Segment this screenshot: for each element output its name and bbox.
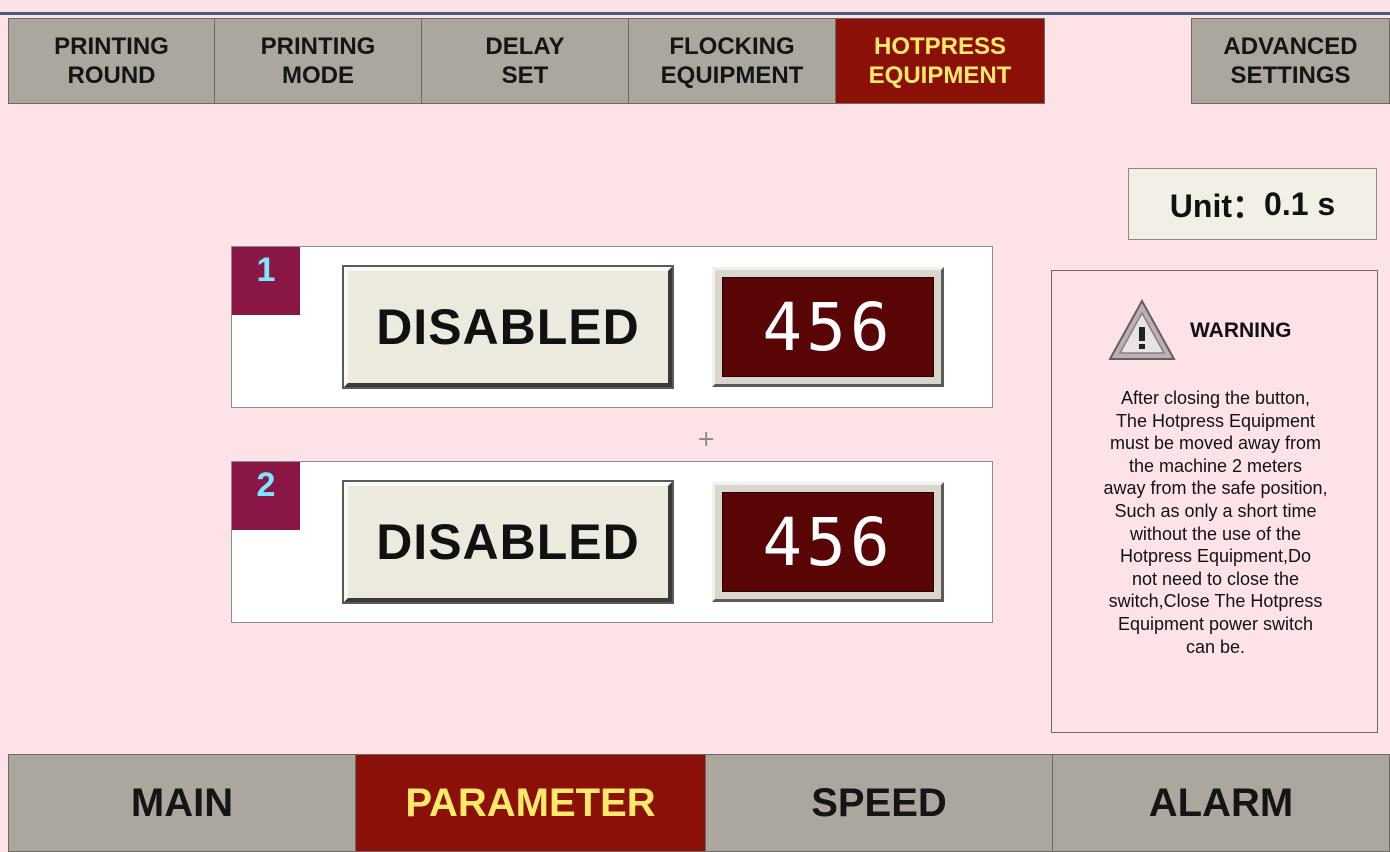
unit-value: 0.1 s bbox=[1264, 185, 1336, 222]
tab-label-line1: FLOCKING bbox=[669, 33, 795, 60]
tab-printing-mode[interactable]: PRINTING MODE bbox=[214, 18, 422, 104]
tab-label-line2: ROUND bbox=[67, 62, 156, 89]
row-number-badge: 1 bbox=[232, 247, 300, 315]
tab-advanced-settings[interactable]: ADVANCED SETTINGS bbox=[1191, 18, 1390, 104]
hotpress-2-toggle-button[interactable]: DISABLED bbox=[344, 482, 672, 602]
tab-label-line2: EQUIPMENT bbox=[660, 62, 804, 89]
nav-parameter-button[interactable]: PARAMETER bbox=[355, 754, 706, 852]
tab-hotpress-equipment[interactable]: HOTPRESS EQUIPMENT bbox=[835, 18, 1045, 104]
warning-message: After closing the button, The Hotpress E… bbox=[1064, 387, 1367, 658]
top-tab-bar: PRINTING ROUND PRINTING MODE DELAY SET FLOC… bbox=[0, 18, 1390, 106]
bottom-nav-bar: MAIN PARAMETER SPEED ALARM bbox=[0, 754, 1390, 852]
warning-triangle-icon bbox=[1108, 298, 1176, 360]
hotpress-row-2: 2 DISABLED 456 bbox=[231, 461, 993, 623]
warning-line: without the use of the bbox=[1129, 523, 1302, 544]
tab-label-line1: PRINTING bbox=[260, 33, 376, 60]
hotpress-1-value-frame[interactable]: 456 bbox=[712, 267, 944, 387]
hotpress-2-value-frame[interactable]: 456 bbox=[712, 482, 944, 602]
tab-label-line2: EQUIPMENT bbox=[868, 62, 1012, 89]
crosshair-cursor: + bbox=[697, 427, 716, 452]
tab-label-line2: SETTINGS bbox=[1230, 62, 1351, 89]
warning-line: switch,Close The Hotpress bbox=[1108, 591, 1323, 612]
warning-line: Equipment power switch bbox=[1117, 613, 1314, 634]
warning-line: must be moved away from bbox=[1109, 433, 1322, 454]
nav-main-button[interactable]: MAIN bbox=[8, 754, 356, 852]
hotpress-2-value-display[interactable]: 456 bbox=[722, 492, 934, 592]
nav-alarm-button[interactable]: ALARM bbox=[1052, 754, 1390, 852]
hotpress-1-value-display[interactable]: 456 bbox=[722, 277, 934, 377]
tab-flocking-equipment[interactable]: FLOCKING EQUIPMENT bbox=[628, 18, 836, 104]
warning-line: Such as only a short time bbox=[1114, 500, 1317, 521]
tab-delay-set[interactable]: DELAY SET bbox=[421, 18, 629, 104]
warning-line: away from the safe position, bbox=[1103, 478, 1328, 499]
hotpress-1-toggle-button[interactable]: DISABLED bbox=[344, 267, 672, 387]
top-border bbox=[0, 0, 1390, 16]
warning-line: The Hotpress Equipment bbox=[1115, 410, 1316, 431]
tab-label-line1: HOTPRESS bbox=[873, 33, 1007, 60]
tab-label-line1: PRINTING bbox=[54, 33, 169, 60]
unit-label: Unit： bbox=[1169, 188, 1265, 224]
tab-label-line2: MODE bbox=[281, 62, 354, 89]
warning-line: can be. bbox=[1185, 636, 1246, 657]
nav-speed-button[interactable]: SPEED bbox=[705, 754, 1053, 852]
hotpress-row-1: 1 DISABLED 456 bbox=[231, 246, 993, 408]
warning-line: the machine 2 meters bbox=[1128, 455, 1303, 476]
warning-title: WARNING bbox=[1190, 319, 1292, 342]
warning-line: After closing the button, bbox=[1120, 388, 1311, 408]
tab-label-line2: SET bbox=[501, 62, 549, 89]
tab-label-line1: ADVANCED bbox=[1223, 33, 1358, 60]
tab-printing-round[interactable]: PRINTING ROUND bbox=[8, 18, 215, 104]
warning-panel: WARNING After closing the button, The Ho… bbox=[1051, 270, 1378, 733]
tab-label-line1: DELAY bbox=[485, 33, 565, 60]
unit-display: Unit： 0.1 s bbox=[1128, 168, 1377, 240]
warning-line: not need to close the bbox=[1131, 568, 1300, 589]
warning-line: Hotpress Equipment,Do bbox=[1119, 546, 1312, 567]
row-number-badge: 2 bbox=[232, 462, 300, 530]
